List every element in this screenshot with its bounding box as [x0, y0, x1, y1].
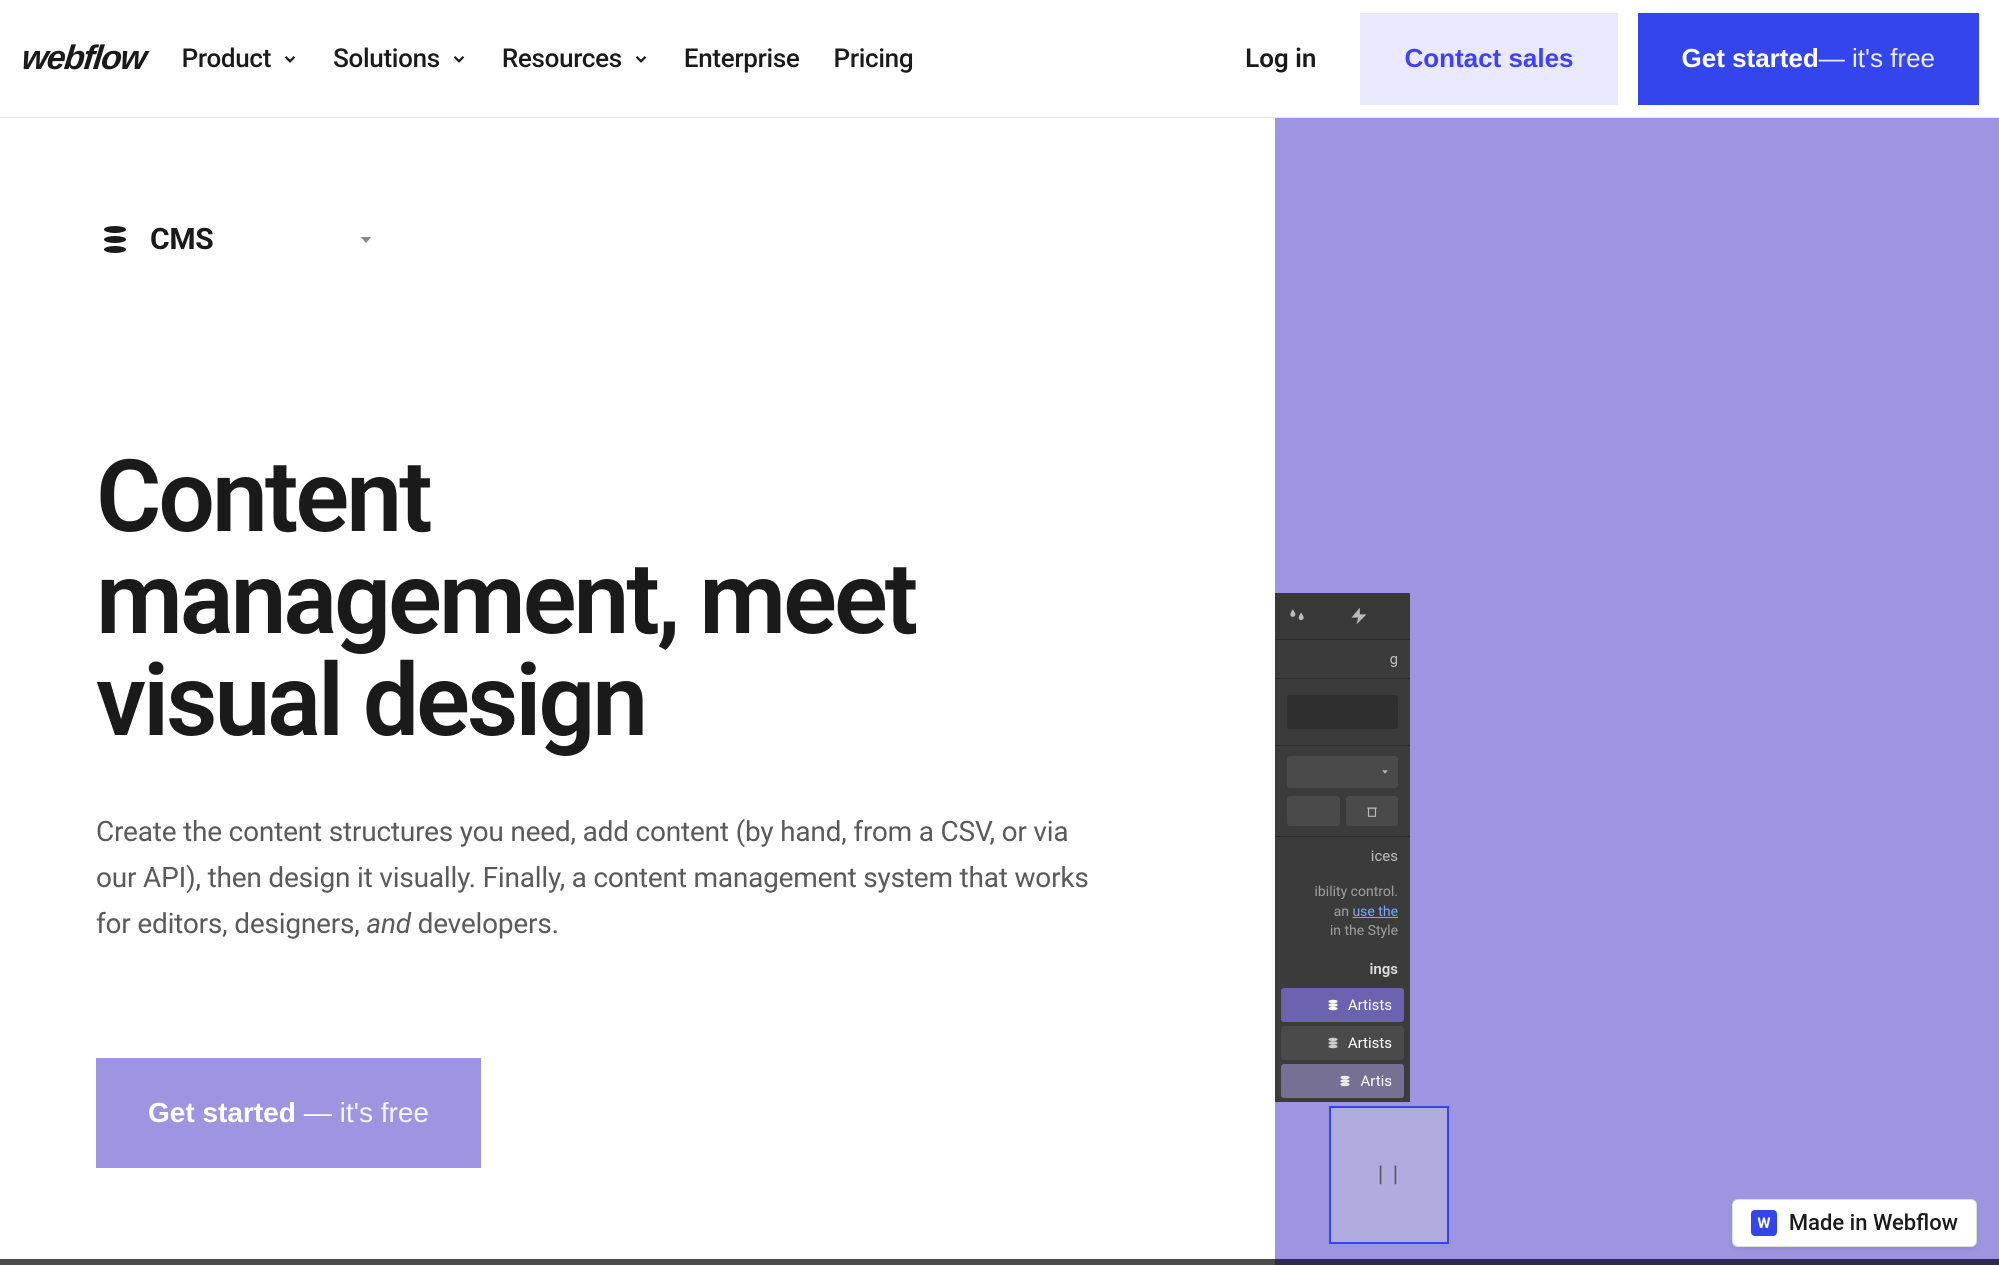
collection-label: Artists — [1348, 996, 1392, 1014]
hero-cta-suffix: — it's free — [304, 1097, 429, 1129]
panel-btn-2[interactable] — [1346, 796, 1399, 826]
get-started-button[interactable]: Get started — it's free — [1638, 13, 1979, 105]
nav-links: Product Solutions Resources Enterprise P… — [182, 44, 914, 74]
video-preview[interactable]: | | — [1329, 1106, 1449, 1244]
cms-label: CMS — [150, 222, 213, 257]
hero-get-started-button[interactable]: Get started — it's free — [96, 1058, 481, 1168]
bottom-shadow — [0, 1259, 1999, 1265]
caret-down-icon — [1380, 767, 1390, 777]
collection-item[interactable]: Artis — [1281, 1064, 1404, 1098]
panel-select[interactable] — [1287, 756, 1398, 788]
cta-bold: Get started — [1682, 43, 1819, 74]
panel-label-row: g — [1275, 639, 1410, 678]
caret-down-icon — [357, 231, 375, 249]
made-in-webflow-badge[interactable]: W Made in Webflow — [1732, 1199, 1977, 1247]
nav-label: Resources — [502, 44, 622, 74]
cms-selector[interactable]: CMS — [96, 222, 375, 257]
nav-item-enterprise[interactable]: Enterprise — [684, 44, 800, 74]
hero-right-visual: g ices ibility control. an use the in th… — [1275, 118, 1999, 1265]
nav-item-resources[interactable]: Resources — [502, 44, 650, 74]
panel-note: ibility control. an use the in the Style — [1275, 875, 1410, 950]
lightning-icon[interactable] — [1349, 606, 1369, 626]
chevron-down-icon — [281, 50, 299, 68]
nav-right: Log in Contact sales Get started — it's … — [1221, 13, 1979, 105]
collection-label: Artists — [1348, 1034, 1392, 1052]
panel-section-title: ings — [1275, 950, 1410, 984]
hero-left: CMS Content management, meet visual desi… — [0, 118, 1275, 1265]
hero-cta-bold: Get started — [148, 1097, 296, 1129]
nav-item-product[interactable]: Product — [182, 44, 299, 74]
panel-note-2: in the Style — [1330, 923, 1398, 939]
panel-ices: ices — [1275, 836, 1410, 875]
panel-note-1: ibility control. — [1315, 884, 1398, 900]
hero-sub-after: developers. — [411, 907, 559, 940]
database-icon — [1338, 1074, 1352, 1088]
pause-icon: | | — [1378, 1163, 1400, 1188]
panel-input[interactable] — [1287, 695, 1398, 729]
panel-btn-1[interactable] — [1287, 796, 1340, 826]
login-link[interactable]: Log in — [1221, 44, 1340, 74]
contact-sales-button[interactable]: Contact sales — [1360, 13, 1617, 105]
nav-left: webflow Product Solutions Resources Ente… — [22, 39, 913, 78]
panel-input-row — [1275, 678, 1410, 745]
cta-suffix: — it's free — [1819, 43, 1935, 74]
nav-item-pricing[interactable]: Pricing — [834, 44, 914, 74]
webflow-badge-icon: W — [1751, 1210, 1777, 1236]
hero-title: Content management, meet visual design — [96, 447, 1016, 753]
panel-note-link[interactable]: use the — [1352, 904, 1398, 920]
nav-label: Product — [182, 44, 271, 74]
hero-sub-before: Create the content structures you need, … — [96, 815, 1089, 940]
badge-text: Made in Webflow — [1789, 1211, 1958, 1236]
chevron-down-icon — [632, 50, 650, 68]
trash-icon — [1365, 804, 1379, 818]
hero-sub-em: and — [366, 907, 411, 940]
hero-subtitle: Create the content structures you need, … — [96, 809, 1096, 948]
designer-panel: g ices ibility control. an use the in th… — [1275, 593, 1410, 1102]
panel-select-row — [1275, 745, 1410, 836]
collection-item[interactable]: Artists — [1281, 988, 1404, 1022]
panel-buttons — [1287, 796, 1398, 826]
database-icon — [1326, 1036, 1340, 1050]
database-icon — [1326, 998, 1340, 1012]
collection-item[interactable]: Artists — [1281, 1026, 1404, 1060]
database-icon — [104, 226, 126, 253]
nav-label: Enterprise — [684, 44, 800, 74]
top-navbar: webflow Product Solutions Resources Ente… — [0, 0, 1999, 118]
collection-label: Artis — [1360, 1072, 1392, 1090]
nav-label: Solutions — [333, 44, 440, 74]
nav-item-solutions[interactable]: Solutions — [333, 44, 468, 74]
droplets-icon[interactable] — [1287, 606, 1307, 626]
main: CMS Content management, meet visual desi… — [0, 118, 1999, 1265]
panel-tabs — [1275, 593, 1410, 639]
chevron-down-icon — [450, 50, 468, 68]
nav-label: Pricing — [834, 44, 914, 74]
webflow-logo[interactable]: webflow — [20, 39, 148, 78]
